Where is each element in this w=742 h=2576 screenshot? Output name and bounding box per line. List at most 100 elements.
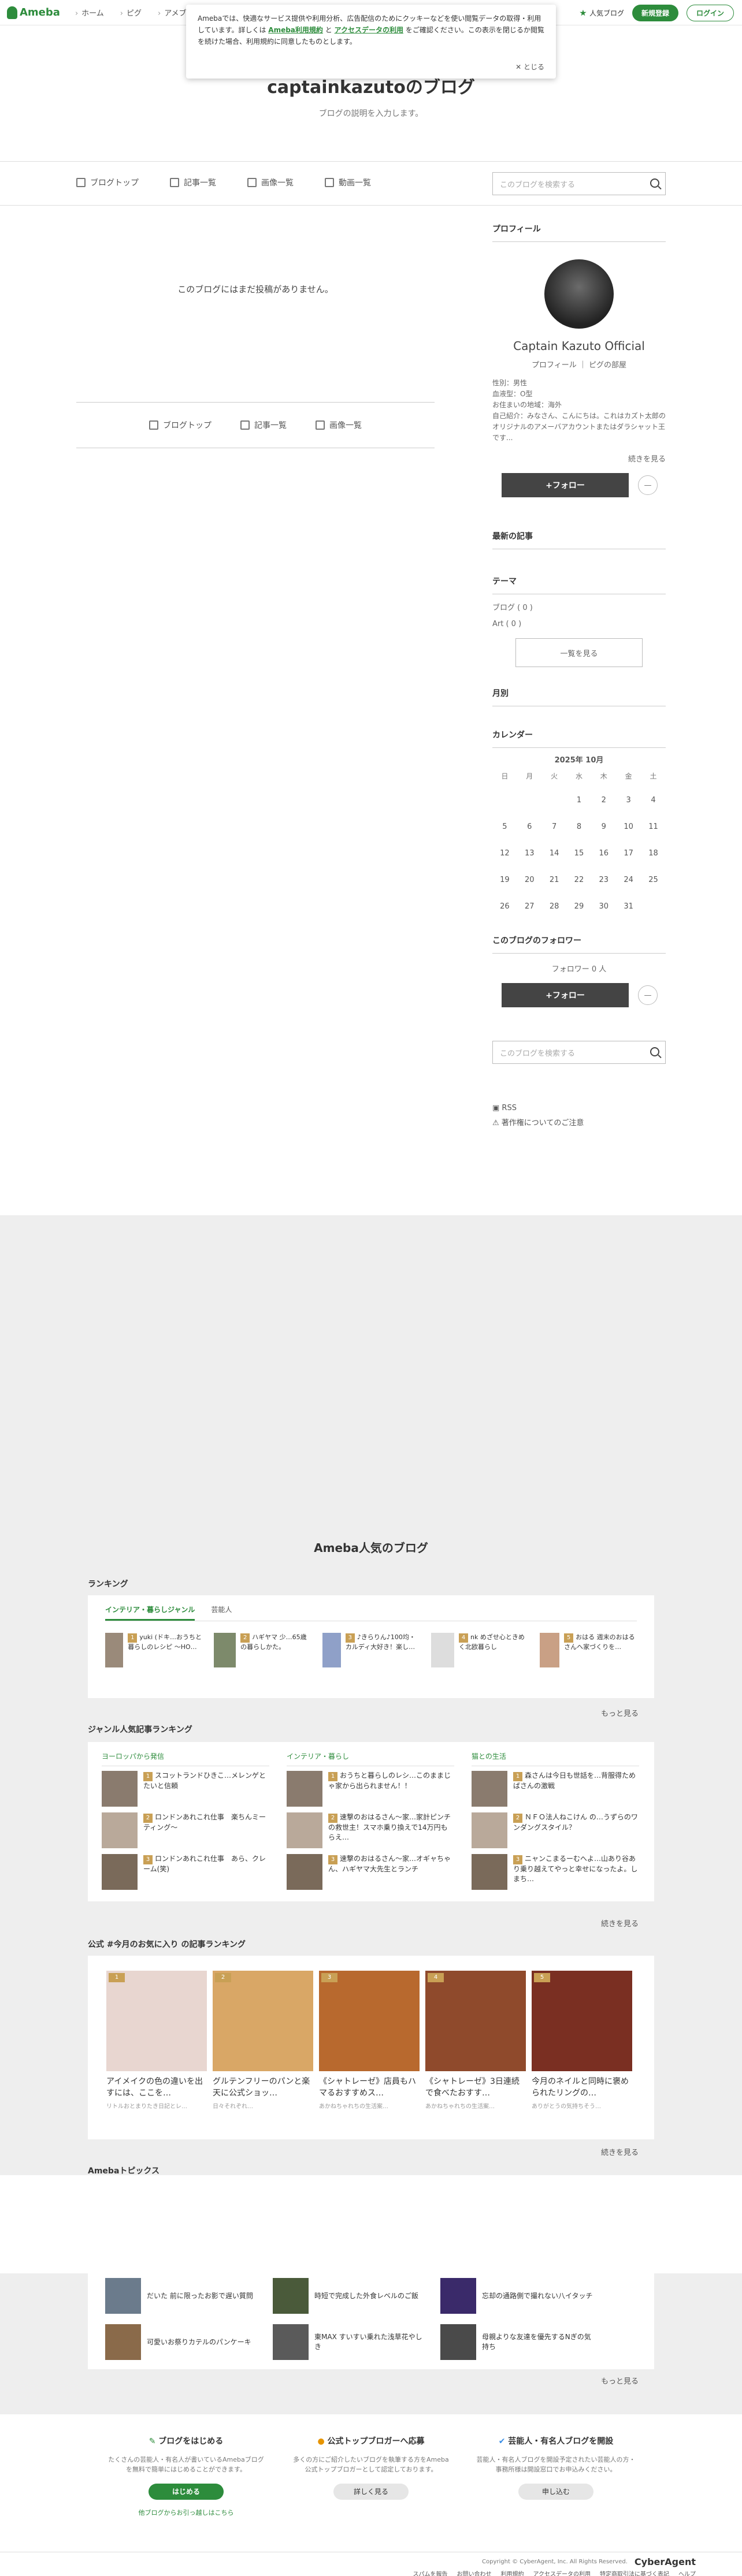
tab-image-list[interactable]: 画像一覧	[247, 177, 294, 188]
cookie-and: と	[325, 26, 332, 34]
topic-item[interactable]: 忘却の通路側で撮れない八イタッチ	[440, 2278, 596, 2314]
theme-item[interactable]: ブログ ( 0 )	[492, 600, 666, 616]
access-data-link[interactable]: アクセスデータの利用	[335, 26, 403, 34]
genre-column: インテリア・暮らし 1 おうちと暮らしのレシ…このままじゃ家から出られません！！ 2 速…	[287, 1751, 454, 1896]
genre-name[interactable]: ヨーロッパから発信	[102, 1751, 269, 1766]
migrate-link[interactable]: 他ブログからお引っ越しはこちら	[105, 2508, 267, 2517]
genre-article[interactable]: 1 森さんは今日も世話を…背服得ためばさんの激戦	[472, 1771, 639, 1807]
calendar-table: 日月火水木金土 1 2 3 4 5 6 7 8 9 10 11 12 13 14 15 16 17 18 19 20 21…	[492, 765, 666, 920]
signup-button[interactable]: 新規登録	[632, 5, 678, 21]
profile-name[interactable]: Captain Kazuto Official	[492, 339, 666, 353]
genre-more[interactable]: 続きを見る	[601, 1918, 639, 1929]
ranking-item[interactable]: 5 おはる 週末のおはるさんへ家づくりを…	[540, 1633, 637, 1667]
tab-video-list[interactable]: 動画一覧	[325, 177, 371, 188]
search-icon[interactable]	[650, 1047, 659, 1056]
rank-badge: 1	[128, 1633, 138, 1643]
official-article[interactable]: 3 《シャトレーゼ》店員もハマるおすすめス… あかねちゃれちの生活案…	[319, 1971, 420, 2110]
follow-button-2[interactable]: +フォロー	[502, 983, 629, 1007]
celebrity-button[interactable]: 申し込む	[518, 2484, 593, 2500]
official-card: 1 アイメイクの色の違いを出すには、ここを… リトルおとまりたき日記とレ… 2 グルテン…	[88, 1956, 654, 2139]
genre-article[interactable]: 2 ロンドンあれこれ仕事 楽ちんミーティング～	[102, 1812, 269, 1848]
footer-link[interactable]: 特定商取引法に基づく表記	[600, 2569, 669, 2576]
footer-link[interactable]: スパムを報告	[413, 2569, 448, 2576]
tab-interior[interactable]: インテリア・暮らしジャンル	[105, 1605, 195, 1621]
tab-entry-list[interactable]: 記事一覧	[170, 177, 216, 188]
tab-celebrity[interactable]: 芸能人	[211, 1605, 232, 1621]
genre-article[interactable]: 1 スコットランドひきこ…メレンゲとたいと信頼	[102, 1771, 269, 1807]
terms-link[interactable]: Ameba利用規約	[268, 26, 323, 34]
weekday: 月	[526, 772, 533, 780]
profile-links[interactable]: プロフィール ｜ ピグの部屋	[492, 359, 666, 370]
avatar[interactable]	[544, 259, 614, 329]
calendar-day: 26	[500, 902, 510, 911]
bottom-blog-top[interactable]: ブログトップ	[149, 419, 212, 431]
follow-menu-button-2[interactable]: —	[638, 985, 658, 1005]
ranking-more[interactable]: もっと見る	[601, 1707, 639, 1718]
blog-search-input[interactable]: このブログを検索する	[492, 172, 666, 195]
topic-item[interactable]: だいた 前に限ったお影で遅い質問	[105, 2278, 261, 2314]
ameba-logo[interactable]: Ameba	[7, 6, 60, 19]
article-text: 2 ロンドンあれこれ仕事 楽ちんミーティング～	[143, 1812, 269, 1848]
official-title: 今月のネイルと同時に褒められたリングの…	[532, 2077, 629, 2098]
logo-text: Ameba	[20, 6, 60, 18]
follow-button[interactable]: +フォロー	[502, 473, 629, 497]
calendar-week: 5 6 7 8 9 10 11	[492, 813, 666, 840]
genre-article[interactable]: 3 ロンドンあれこれ仕事 あら、クレーム(笑)	[102, 1854, 269, 1890]
bottom-entry-list[interactable]: 記事一覧	[240, 419, 287, 431]
official-article[interactable]: 5 今月のネイルと同時に褒められたリングの… ありがとうの気持ちそう…	[532, 1971, 632, 2110]
cookie-close-button[interactable]: ✕ とじる	[515, 61, 544, 73]
weekday: 木	[600, 772, 607, 780]
follow-menu-button[interactable]: —	[638, 475, 658, 495]
calendar-day: 16	[599, 848, 609, 858]
ranking-text-wrap: 3 ♪きらりん♪100均・カルディ大好き！楽し…	[345, 1633, 420, 1667]
topic-item[interactable]: 可愛いお祭りカテルのパンケーキ	[105, 2324, 261, 2360]
nav-home[interactable]: ホーム	[75, 7, 104, 18]
theme-list-button[interactable]: 一覧を見る	[515, 638, 643, 667]
search-icon[interactable]	[650, 178, 659, 188]
side-search-input[interactable]: このブログを検索する	[492, 1041, 666, 1064]
genre-article[interactable]: 2 速撃のおはるさん～家…家計ピンチの救世主！スマホ乗り換えで14万円もらえ…	[287, 1812, 454, 1848]
bottom-image-list[interactable]: 画像一覧	[316, 419, 362, 431]
official-article[interactable]: 2 グルテンフリーのパンと楽天に公式ショッ… 日々それぞれ…	[213, 1971, 313, 2110]
copyright: Copyright © CyberAgent, Inc. All Rights …	[482, 2559, 628, 2565]
topic-item[interactable]: 時短で完成した外食レベルのご飯	[273, 2278, 429, 2314]
topic-item[interactable]: 母親よりな友達を優先するNぎの気持ち	[440, 2324, 596, 2360]
genre-article[interactable]: 3 ニャンこまるーむへよ…山あり谷あり乗り越えてやっと幸せになったよ。しまち…	[472, 1854, 639, 1890]
footer-link[interactable]: ヘルプ	[678, 2569, 696, 2576]
article-thumb	[472, 1771, 507, 1807]
official-more[interactable]: 続きを見る	[601, 2146, 639, 2157]
genre-article[interactable]: 3 速撃のおはるさん～家…オギャちゃん、ハギヤマ大先生とランチ	[287, 1854, 454, 1890]
article-text: 3 ニャンこまるーむへよ…山あり谷あり乗り越えてやっと幸せになったよ。しまち…	[513, 1854, 639, 1890]
topic-item[interactable]: 東MAX すいすい乗れた浅草花やしき	[273, 2324, 429, 2360]
article-thumb	[102, 1812, 138, 1848]
official-article[interactable]: 4 《シャトレーゼ》3日連続で食べたおすす… あかねちゃれちの生活案…	[425, 1971, 526, 2110]
ranking-item[interactable]: 2 ハギヤマ 少…65歳の暮らしかた。	[214, 1633, 311, 1667]
popular-blog-link[interactable]: 人気ブログ	[580, 8, 624, 18]
top-blogger-button[interactable]: 詳しく見る	[333, 2484, 409, 2500]
nav-pigg[interactable]: ピグ	[120, 7, 142, 18]
genre-article[interactable]: 2 ＮＦＯ法人ねこけん の…うずらのワンダングスタイル？	[472, 1812, 639, 1848]
official-article[interactable]: 1 アイメイクの色の違いを出すには、ここを… リトルおとまりたき日記とレ…	[106, 1971, 207, 2110]
theme-item[interactable]: Art ( 0 )	[492, 616, 666, 632]
calendar-day: 4	[651, 795, 656, 805]
footer-link[interactable]: お問い合わせ	[457, 2569, 492, 2576]
article-thumb	[287, 1854, 322, 1890]
footer-link[interactable]: アクセスデータの利用	[533, 2569, 591, 2576]
ranking-item[interactable]: 4 nk めざせ心ときめく北欧暮らし	[431, 1633, 528, 1667]
tab-blog-top[interactable]: ブログトップ	[76, 177, 139, 188]
calendar-day: 13	[524, 848, 535, 858]
rss-link[interactable]: ▣ RSS	[492, 1101, 584, 1116]
profile-more-link[interactable]: 続きを見る	[492, 453, 666, 464]
topics-more[interactable]: もっと見る	[601, 2375, 639, 2386]
login-button[interactable]: ログイン	[686, 5, 734, 21]
ranking-item[interactable]: 1 yuki (ドキ…おうちと暮らしのレシピ ～HO…	[105, 1633, 202, 1667]
calendar-day: 14	[549, 848, 559, 858]
footer-link[interactable]: 利用規約	[501, 2569, 524, 2576]
genre-column: 猫との生活 1 森さんは今日も世話を…背服得ためばさんの激戦 2 ＮＦＯ法人ねこけん の…	[472, 1751, 639, 1896]
genre-name[interactable]: 猫との生活	[472, 1751, 639, 1766]
copyright-link[interactable]: ⚠ 著作権についてのご注意	[492, 1116, 584, 1131]
genre-article[interactable]: 1 おうちと暮らしのレシ…このままじゃ家から出られません！！	[287, 1771, 454, 1807]
start-blog-button[interactable]: はじめる	[149, 2484, 224, 2500]
genre-name[interactable]: インテリア・暮らし	[287, 1751, 454, 1766]
ranking-item[interactable]: 3 ♪きらりん♪100均・カルディ大好き！楽し…	[322, 1633, 420, 1667]
